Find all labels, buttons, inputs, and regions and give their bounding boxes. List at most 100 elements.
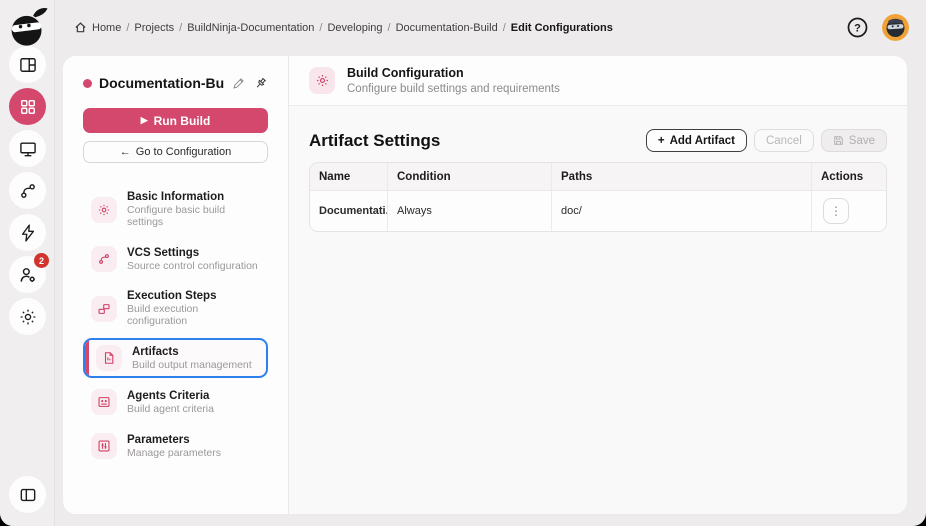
- rail-item-vcs[interactable]: [9, 172, 46, 209]
- breadcrumb-project[interactable]: BuildNinja-Documentation: [187, 22, 314, 34]
- play-icon: ▶: [141, 115, 148, 126]
- page-subtitle: Configure build settings and requirement…: [347, 83, 560, 95]
- nav-item-label: Execution Steps: [127, 290, 260, 302]
- column-name: Name: [310, 163, 387, 190]
- plus-icon: +: [658, 135, 665, 147]
- monitor-icon: [18, 139, 38, 159]
- top-bar: Home / Projects / BuildNinja-Documentati…: [55, 0, 926, 55]
- breadcrumb-separator: /: [319, 22, 322, 34]
- go-to-configuration-label: Go to Configuration: [136, 146, 231, 158]
- section-header: Artifact Settings + Add Artifact Cancel: [309, 129, 887, 152]
- breadcrumb-home[interactable]: Home: [92, 22, 121, 34]
- save-button[interactable]: Save: [821, 129, 887, 152]
- home-icon: [74, 21, 87, 34]
- kebab-icon: ⋮: [830, 204, 842, 218]
- branch-icon: [18, 181, 38, 201]
- nav-item-label: Basic Information: [127, 191, 260, 203]
- nav-item-parameters[interactable]: Parameters Manage parameters: [83, 426, 268, 466]
- nav-item-sub: Build output management: [132, 359, 252, 371]
- nav-item-label: VCS Settings: [127, 247, 258, 259]
- main-content: Build Configuration Configure build sett…: [289, 56, 907, 514]
- rail-item-users[interactable]: 2: [9, 256, 46, 293]
- nav-item-sub: Build agent criteria: [127, 403, 214, 415]
- table-row: Documentati... Always doc/ ⋮: [310, 191, 886, 231]
- layout-icon: [18, 55, 38, 75]
- cancel-button[interactable]: Cancel: [754, 129, 814, 152]
- config-title-row: Documentation-Bu...: [83, 75, 268, 91]
- breadcrumb-separator: /: [388, 22, 391, 34]
- go-to-configuration-button[interactable]: ← Go to Configuration: [83, 141, 268, 163]
- back-arrow-icon: ←: [120, 146, 131, 158]
- row-actions-button[interactable]: ⋮: [823, 198, 849, 224]
- agent-icon: [91, 389, 117, 415]
- nav-item-agents-criteria[interactable]: Agents Criteria Build agent criteria: [83, 382, 268, 422]
- column-condition: Condition: [387, 163, 551, 190]
- breadcrumb-projects[interactable]: Projects: [134, 22, 174, 34]
- breadcrumb-current: Edit Configurations: [511, 22, 613, 34]
- artifacts-table: Name Condition Paths Actions Documentati…: [309, 162, 887, 232]
- add-artifact-button[interactable]: + Add Artifact: [646, 129, 747, 152]
- column-paths: Paths: [551, 163, 811, 190]
- cell-condition: Always: [387, 191, 551, 231]
- config-title: Documentation-Bu...: [99, 75, 225, 91]
- gear-icon: [18, 307, 38, 327]
- save-icon: [833, 135, 844, 146]
- nav-item-sub: Manage parameters: [127, 447, 221, 459]
- content-header: Build Configuration Configure build sett…: [289, 56, 907, 106]
- run-build-button[interactable]: ▶ Run Build: [83, 108, 268, 133]
- rail-item-projects[interactable]: [9, 88, 46, 125]
- gear-icon: [91, 197, 117, 223]
- nav-item-sub: Source control configuration: [127, 260, 258, 272]
- user-avatar[interactable]: [882, 14, 909, 41]
- breadcrumb-build[interactable]: Documentation-Build: [396, 22, 498, 34]
- nav-item-label: Artifacts: [132, 346, 252, 358]
- breadcrumb-separator: /: [503, 22, 506, 34]
- branch-icon: [91, 246, 117, 272]
- page-title: Build Configuration: [347, 66, 560, 80]
- cancel-label: Cancel: [766, 135, 802, 147]
- gear-icon: [309, 67, 335, 94]
- file-icon: [96, 345, 122, 371]
- nav-item-label: Parameters: [127, 434, 221, 446]
- add-artifact-label: Add Artifact: [670, 135, 735, 147]
- breadcrumb-separator: /: [126, 22, 129, 34]
- edit-icon[interactable]: [232, 76, 246, 90]
- section-title: Artifact Settings: [309, 131, 440, 151]
- column-actions: Actions: [811, 163, 886, 190]
- steps-icon: [91, 296, 117, 322]
- nav-item-sub: Configure basic build settings: [127, 204, 260, 228]
- help-button[interactable]: ?: [846, 16, 869, 39]
- app-window: 2 Home: [0, 0, 926, 526]
- main-card: Documentation-Bu... ▶ Run Build: [62, 55, 908, 515]
- rail-item-layout[interactable]: [9, 46, 46, 83]
- run-build-label: Run Build: [154, 114, 211, 128]
- pin-icon[interactable]: [253, 76, 268, 91]
- table-header: Name Condition Paths Actions: [310, 163, 886, 191]
- nav-item-vcs-settings[interactable]: VCS Settings Source control configuratio…: [83, 239, 268, 279]
- bolt-icon: [18, 223, 38, 243]
- apps-grid-icon: [18, 97, 38, 117]
- rail-item-agents-monitor[interactable]: [9, 130, 46, 167]
- cell-paths: doc/: [551, 191, 811, 231]
- status-dot: [83, 79, 92, 88]
- left-rail: 2: [0, 0, 55, 526]
- breadcrumb-subproject[interactable]: Developing: [327, 22, 382, 34]
- question-mark: ?: [854, 22, 861, 34]
- nav-item-artifacts[interactable]: Artifacts Build output management: [83, 338, 268, 378]
- config-sidebar: Documentation-Bu... ▶ Run Build: [63, 56, 289, 514]
- notification-badge: 2: [34, 253, 49, 268]
- rail-collapse-button[interactable]: [9, 476, 46, 513]
- config-nav: Basic Information Configure basic build …: [83, 184, 268, 466]
- nav-item-sub: Build execution configuration: [127, 303, 260, 327]
- breadcrumb: Home / Projects / BuildNinja-Documentati…: [74, 21, 846, 34]
- user-gear-icon: [18, 265, 38, 285]
- sliders-icon: [91, 433, 117, 459]
- cell-actions: ⋮: [811, 191, 886, 231]
- nav-item-execution-steps[interactable]: Execution Steps Build execution configur…: [83, 283, 268, 334]
- rail-item-settings[interactable]: [9, 298, 46, 335]
- nav-item-basic-information[interactable]: Basic Information Configure basic build …: [83, 184, 268, 235]
- cell-name: Documentati...: [310, 191, 387, 231]
- save-label: Save: [849, 135, 875, 147]
- rail-item-actions[interactable]: [9, 214, 46, 251]
- collapse-panel-icon: [18, 485, 38, 505]
